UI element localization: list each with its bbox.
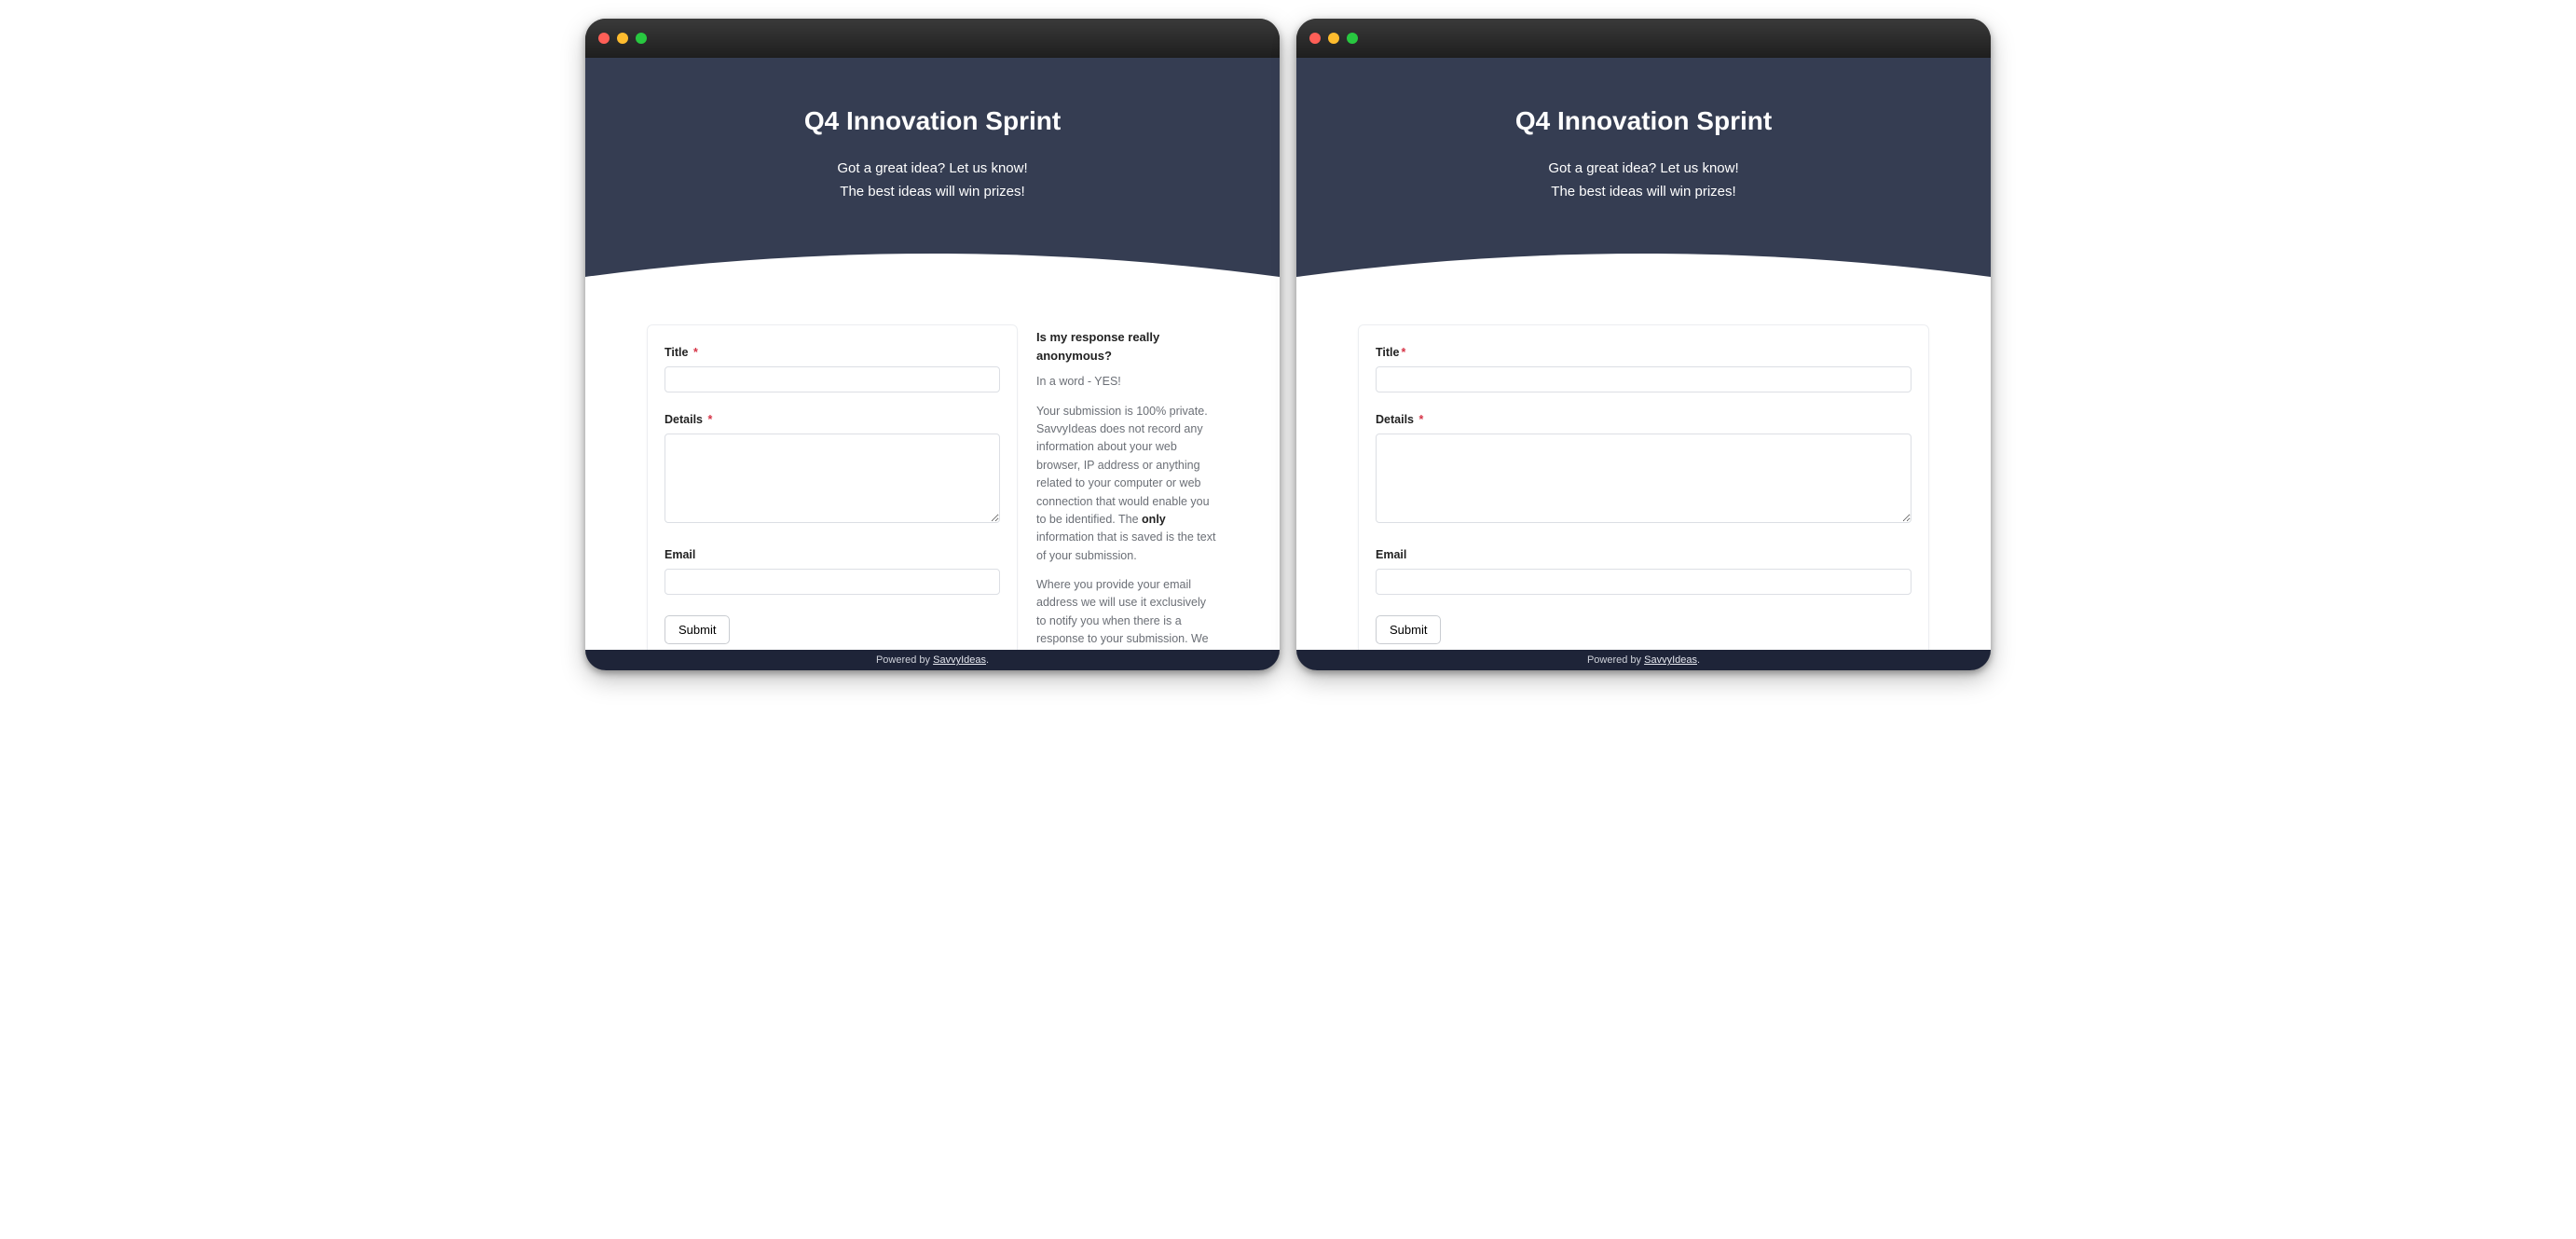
title-input[interactable] <box>665 366 1000 392</box>
page-footer: Powered by SavvyIdeas. <box>585 650 1280 670</box>
hero-subtitle-1: Got a great idea? Let us know! <box>604 160 1261 176</box>
page-footer: Powered by SavvyIdeas. <box>1296 650 1991 670</box>
sidebar-p2b: information that is saved is the text of… <box>1036 530 1215 561</box>
hero-subtitle-2: The best ideas will win prizes! <box>1315 184 1972 200</box>
footer-prefix: Powered by <box>1587 654 1644 666</box>
sidebar-p2-strong: only <box>1142 513 1166 526</box>
window-titlebar <box>585 19 1280 58</box>
email-input[interactable] <box>1376 569 1911 595</box>
title-label: Title * <box>665 346 1000 359</box>
submission-form-card: Title * Details * Email <box>647 324 1018 662</box>
hero-subtitle-2: The best ideas will win prizes! <box>604 184 1261 200</box>
details-label: Details * <box>665 413 1000 426</box>
email-input[interactable] <box>665 569 1000 595</box>
email-field: Email <box>665 548 1000 595</box>
submit-button[interactable]: Submit <box>1376 615 1441 644</box>
page-viewport: Q4 Innovation Sprint Got a great idea? L… <box>585 58 1280 670</box>
title-input[interactable] <box>1376 366 1911 392</box>
page-title: Q4 Innovation Sprint <box>604 106 1261 136</box>
sidebar-p2a: Your submission is 100% private. SavvyId… <box>1036 405 1210 526</box>
details-textarea[interactable] <box>1376 434 1911 523</box>
email-field: Email <box>1376 548 1911 595</box>
form-actions: Submit <box>665 615 1000 644</box>
hero-banner: Q4 Innovation Sprint Got a great idea? L… <box>585 58 1280 291</box>
required-marker: * <box>1418 413 1423 426</box>
window-titlebar <box>1296 19 1991 58</box>
title-field: Title * <box>665 346 1000 392</box>
required-marker: * <box>707 413 712 426</box>
title-label: Title* <box>1376 346 1911 359</box>
title-label-text: Title <box>665 346 688 359</box>
footer-suffix: . <box>986 654 989 666</box>
required-marker: * <box>1401 346 1405 359</box>
browser-window-left: Q4 Innovation Sprint Got a great idea? L… <box>585 19 1280 670</box>
content-area: Title * Details * Email <box>585 291 1280 670</box>
footer-link[interactable]: SavvyIdeas <box>933 654 986 666</box>
window-minimize-icon[interactable] <box>1328 33 1339 44</box>
submission-form-card: Title* Details * Email <box>1358 324 1929 662</box>
details-label-text: Details <box>1376 413 1414 426</box>
details-label: Details * <box>1376 413 1911 426</box>
window-minimize-icon[interactable] <box>617 33 628 44</box>
hero-curve <box>585 249 1280 292</box>
sidebar-p1: In a word - YES! <box>1036 373 1218 391</box>
window-close-icon[interactable] <box>598 33 610 44</box>
details-textarea[interactable] <box>665 434 1000 523</box>
title-field: Title* <box>1376 346 1911 392</box>
title-label-text: Title <box>1376 346 1399 359</box>
details-field: Details * <box>1376 413 1911 528</box>
browser-window-right: Q4 Innovation Sprint Got a great idea? L… <box>1296 19 1991 670</box>
hero-curve <box>1296 249 1991 292</box>
page-viewport: Q4 Innovation Sprint Got a great idea? L… <box>1296 58 1991 670</box>
sidebar-p2: Your submission is 100% private. SavvyId… <box>1036 403 1218 565</box>
details-label-text: Details <box>665 413 703 426</box>
page-title: Q4 Innovation Sprint <box>1315 106 1972 136</box>
sidebar-heading: Is my response really anonymous? <box>1036 328 1218 365</box>
hero-subtitle-1: Got a great idea? Let us know! <box>1315 160 1972 176</box>
footer-prefix: Powered by <box>876 654 933 666</box>
footer-link[interactable]: SavvyIdeas <box>1644 654 1697 666</box>
form-actions: Submit <box>1376 615 1911 644</box>
window-zoom-icon[interactable] <box>1347 33 1358 44</box>
required-marker: * <box>693 346 698 359</box>
content-area: Title* Details * Email <box>1296 291 1991 662</box>
hero-banner: Q4 Innovation Sprint Got a great idea? L… <box>1296 58 1991 291</box>
footer-suffix: . <box>1697 654 1700 666</box>
email-label: Email <box>665 548 1000 561</box>
window-zoom-icon[interactable] <box>636 33 647 44</box>
email-label: Email <box>1376 548 1911 561</box>
details-field: Details * <box>665 413 1000 528</box>
window-close-icon[interactable] <box>1309 33 1321 44</box>
anonymity-sidebar: Is my response really anonymous? In a wo… <box>1036 324 1218 670</box>
submit-button[interactable]: Submit <box>665 615 730 644</box>
